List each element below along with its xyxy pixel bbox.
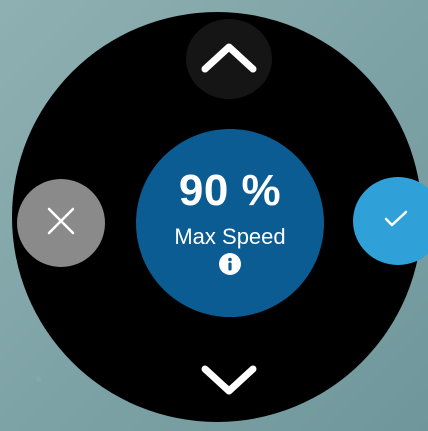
checkmark-icon bbox=[383, 208, 409, 235]
chevron-down-icon bbox=[199, 364, 259, 403]
info-icon[interactable] bbox=[219, 253, 241, 275]
close-icon bbox=[45, 205, 77, 242]
decrease-button[interactable] bbox=[186, 345, 272, 421]
cancel-button[interactable] bbox=[17, 179, 105, 267]
value-display[interactable]: 90 % Max Speed bbox=[136, 129, 324, 317]
speed-value: 90 % bbox=[178, 166, 282, 215]
chevron-up-icon bbox=[199, 40, 259, 79]
speed-label: Max Speed bbox=[174, 224, 286, 249]
increase-button[interactable] bbox=[186, 19, 272, 99]
